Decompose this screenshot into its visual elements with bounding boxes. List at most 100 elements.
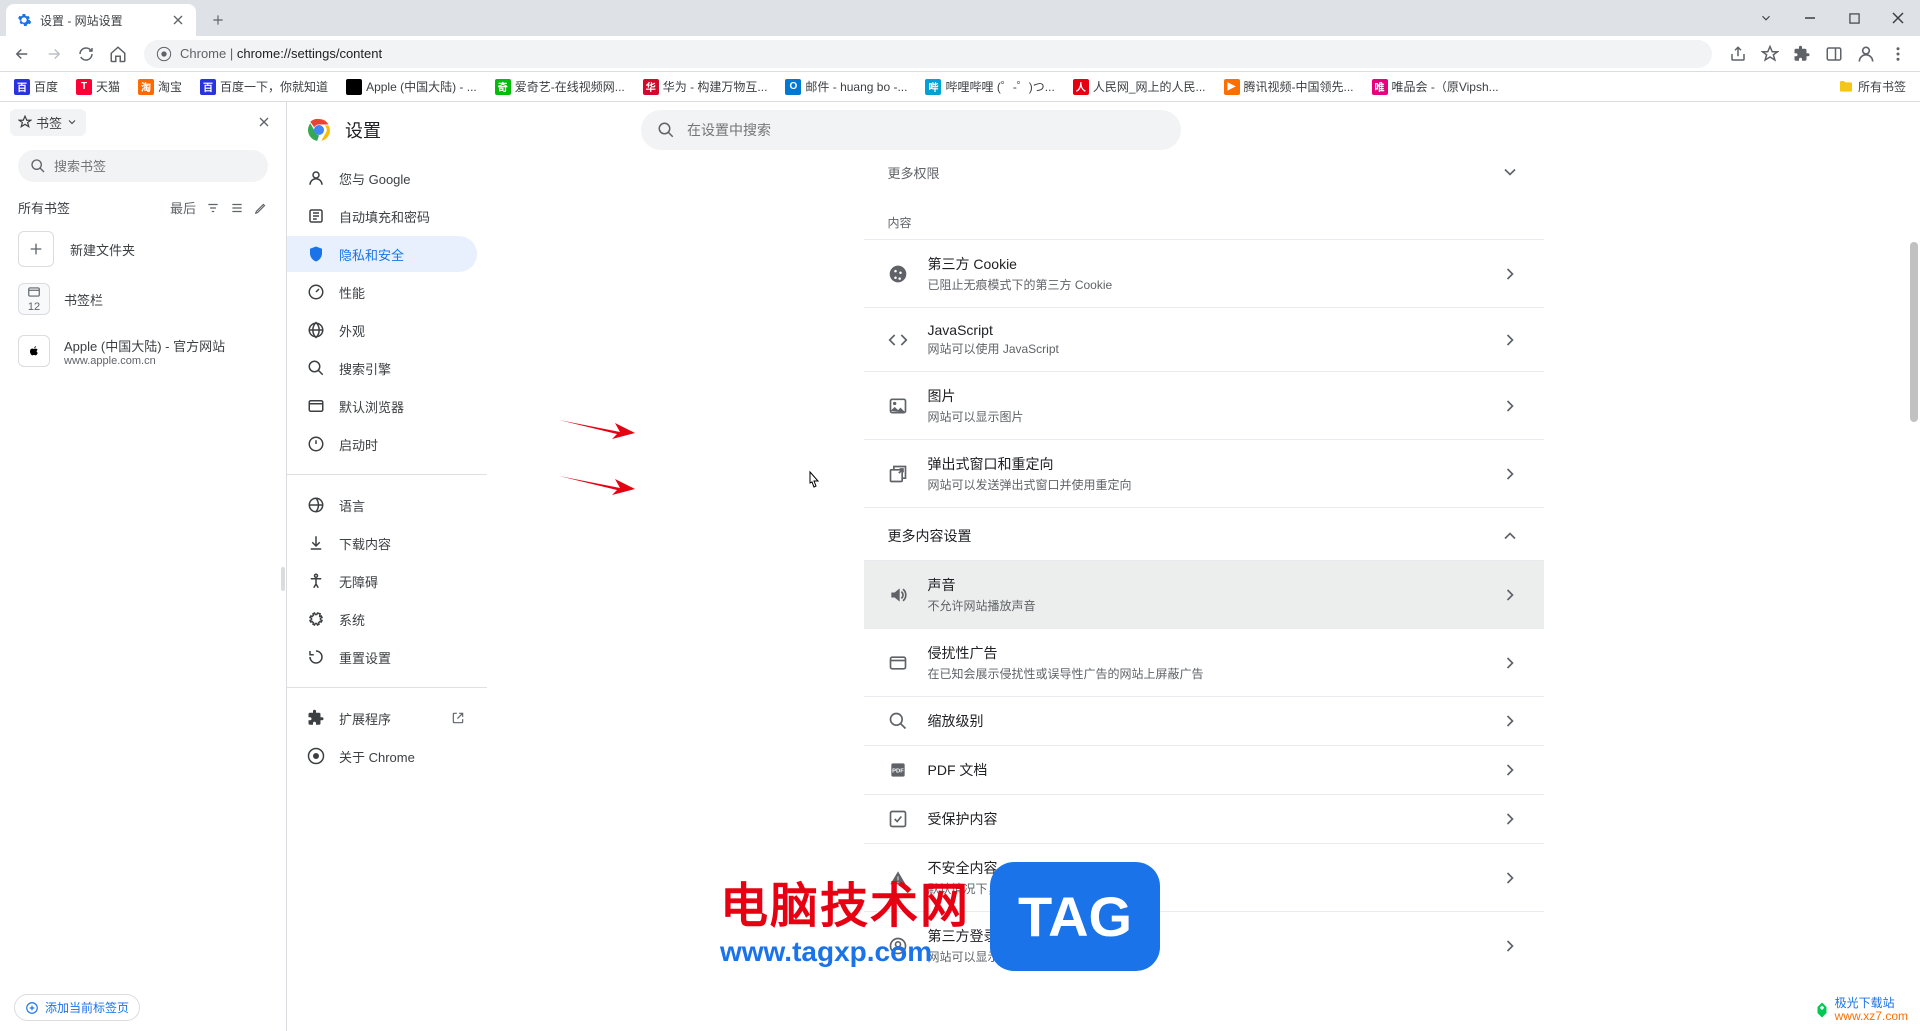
bookmarks-sidebar: 书签 所有书签 最后 新建文件夹 xyxy=(0,102,287,1031)
bookmark-item[interactable]: O邮件 - huang bo -... xyxy=(779,75,913,99)
plus-icon xyxy=(28,241,44,257)
bookmark-search[interactable] xyxy=(18,150,268,182)
sidebar-dropdown[interactable]: 书签 xyxy=(10,109,86,136)
more-permissions-row[interactable]: 更多权限 xyxy=(864,158,1544,196)
nav-back-button[interactable] xyxy=(8,40,36,68)
folder-count: 12 xyxy=(28,301,40,313)
row-cookies[interactable]: 第三方 Cookie已阻止无痕模式下的第三方 Cookie xyxy=(864,239,1544,307)
settings-search[interactable] xyxy=(641,110,1181,150)
bookmark-item[interactable]: ▶腾讯视频-中国领先... xyxy=(1218,75,1360,99)
row-protected-content[interactable]: 受保护内容 xyxy=(864,794,1544,843)
profile-button[interactable] xyxy=(1852,40,1880,68)
add-current-tab-button[interactable]: 添加当前标签页 xyxy=(14,994,140,1021)
bookmarks-bar: 百百度 T天猫 淘淘宝 百百度一下，你就知道 Apple (中国大陆) - ..… xyxy=(0,72,1920,102)
window-close[interactable] xyxy=(1876,3,1920,33)
row-ads[interactable]: 侵扰性广告在已知会展示侵扰性或误导性广告的网站上屏蔽广告 xyxy=(864,628,1544,696)
bookmark-url: www.apple.com.cn xyxy=(64,355,225,367)
share-button[interactable] xyxy=(1724,40,1752,68)
svg-text:PDF: PDF xyxy=(892,769,904,775)
external-link-icon xyxy=(451,711,465,725)
nav-privacy[interactable]: 隐私和安全 xyxy=(287,236,477,272)
chevron-right-icon xyxy=(1500,585,1520,605)
bookmark-item[interactable]: 哔哔哩哔哩 (゜-゜)つ... xyxy=(919,75,1060,99)
bookmark-entry-apple[interactable]: Apple (中国大陆) - 官方网站 www.apple.com.cn xyxy=(0,325,286,377)
sidepanel-button[interactable] xyxy=(1820,40,1848,68)
row-insecure-content[interactable]: 不安全内容默认情况下，安全网站会拦截不安全内容 xyxy=(864,843,1544,911)
bookmark-search-input[interactable] xyxy=(54,159,256,174)
nav-performance[interactable]: 性能 xyxy=(287,274,477,310)
check-square-icon xyxy=(888,809,908,829)
bookmark-item[interactable]: 唯唯品会 -（原Vipsh... xyxy=(1366,75,1505,99)
close-icon[interactable] xyxy=(170,12,186,28)
filter-icon[interactable] xyxy=(206,201,220,215)
nav-autofill[interactable]: 自动填充和密码 xyxy=(287,198,477,234)
row-federated[interactable]: 第三方登录网站可以显示来自身份服务的登录提示 xyxy=(864,911,1544,979)
row-images[interactable]: 图片网站可以显示图片 xyxy=(864,371,1544,439)
address-bar[interactable]: Chrome | chrome://settings/content xyxy=(144,40,1712,68)
new-tab-button[interactable] xyxy=(204,6,232,34)
bookmark-item[interactable]: 百百度一下，你就知道 xyxy=(194,75,334,99)
edit-icon[interactable] xyxy=(254,201,268,215)
sidebar-close-button[interactable] xyxy=(252,110,276,134)
settings-header: 设置 xyxy=(287,102,1920,158)
scrollbar-thumb[interactable] xyxy=(1910,242,1918,422)
nav-home-button[interactable] xyxy=(104,40,132,68)
list-icon[interactable] xyxy=(230,201,244,215)
bookmark-star-button[interactable] xyxy=(1756,40,1784,68)
bookmark-item[interactable]: 百百度 xyxy=(8,75,64,99)
chevron-right-icon xyxy=(1500,936,1520,956)
row-pdf[interactable]: PDF PDF 文档 xyxy=(864,745,1544,794)
nav-extensions[interactable]: 扩展程序 xyxy=(287,700,477,736)
nav-about[interactable]: 关于 Chrome xyxy=(287,738,477,774)
chevron-right-icon xyxy=(1500,653,1520,673)
nav-reset[interactable]: 重置设置 xyxy=(287,639,477,675)
row-more-content[interactable]: 更多内容设置 xyxy=(864,507,1544,560)
browser-toolbar: Chrome | chrome://settings/content xyxy=(0,36,1920,72)
row-sound[interactable]: 声音不允许网站播放声音 xyxy=(864,560,1544,628)
browser-tab[interactable]: 设置 - 网站设置 xyxy=(6,4,196,36)
all-bookmarks-button[interactable]: 所有书签 xyxy=(1832,75,1912,99)
bookmarks-bar-folder[interactable]: 12 书签栏 xyxy=(0,273,286,325)
code-icon xyxy=(888,330,908,350)
settings-title: 设置 xyxy=(345,117,381,143)
url-text: Chrome | chrome://settings/content xyxy=(180,46,382,61)
window-maximize[interactable] xyxy=(1832,3,1876,33)
bookmark-item[interactable]: 淘淘宝 xyxy=(132,75,188,99)
chevron-right-icon xyxy=(1500,760,1520,780)
bookmark-item[interactable]: 人人民网_网上的人民... xyxy=(1067,75,1212,99)
nav-you-and-google[interactable]: 您与 Google xyxy=(287,160,477,196)
settings-content[interactable]: 更多权限 内容 第三方 Cookie已阻止无痕模式下的第三方 Cookie Ja… xyxy=(487,102,1920,1031)
nav-accessibility[interactable]: 无障碍 xyxy=(287,563,477,599)
nav-system[interactable]: 系统 xyxy=(287,601,477,637)
bookmark-item[interactable]: 奇爱奇艺-在线视频网... xyxy=(489,75,631,99)
settings-search-input[interactable] xyxy=(687,122,1165,138)
chevron-right-icon xyxy=(1500,330,1520,350)
nav-default-browser[interactable]: 默认浏览器 xyxy=(287,388,477,424)
resize-handle[interactable] xyxy=(281,567,285,591)
zoom-icon xyxy=(888,711,908,731)
row-javascript[interactable]: JavaScript网站可以使用 JavaScript xyxy=(864,307,1544,371)
row-zoom[interactable]: 缩放级别 xyxy=(864,696,1544,745)
bookmark-item[interactable]: 华华为 - 构建万物互... xyxy=(637,75,774,99)
chevron-right-icon xyxy=(1500,711,1520,731)
nav-downloads[interactable]: 下载内容 xyxy=(287,525,477,561)
extensions-button[interactable] xyxy=(1788,40,1816,68)
image-icon xyxy=(888,396,908,416)
all-bookmarks-label: 所有书签 xyxy=(18,198,70,217)
row-popups[interactable]: 弹出式窗口和重定向网站可以发送弹出式窗口并使用重定向 xyxy=(864,439,1544,507)
sound-icon xyxy=(888,585,908,605)
window-minimize[interactable] xyxy=(1788,3,1832,33)
nav-appearance[interactable]: 外观 xyxy=(287,312,477,348)
nav-languages[interactable]: 语言 xyxy=(287,487,477,523)
bookmark-item[interactable]: Apple (中国大陆) - ... xyxy=(340,75,483,99)
bookmark-item[interactable]: T天猫 xyxy=(70,75,126,99)
menu-button[interactable] xyxy=(1884,40,1912,68)
recent-label[interactable]: 最后 xyxy=(170,198,196,217)
nav-reload-button[interactable] xyxy=(72,40,100,68)
window-chevron[interactable] xyxy=(1744,3,1788,33)
nav-forward-button[interactable] xyxy=(40,40,68,68)
nav-search-engine[interactable]: 搜索引擎 xyxy=(287,350,477,386)
nav-on-startup[interactable]: 启动时 xyxy=(287,426,477,462)
chevron-up-icon xyxy=(1500,526,1520,546)
new-folder-button[interactable] xyxy=(18,231,54,267)
